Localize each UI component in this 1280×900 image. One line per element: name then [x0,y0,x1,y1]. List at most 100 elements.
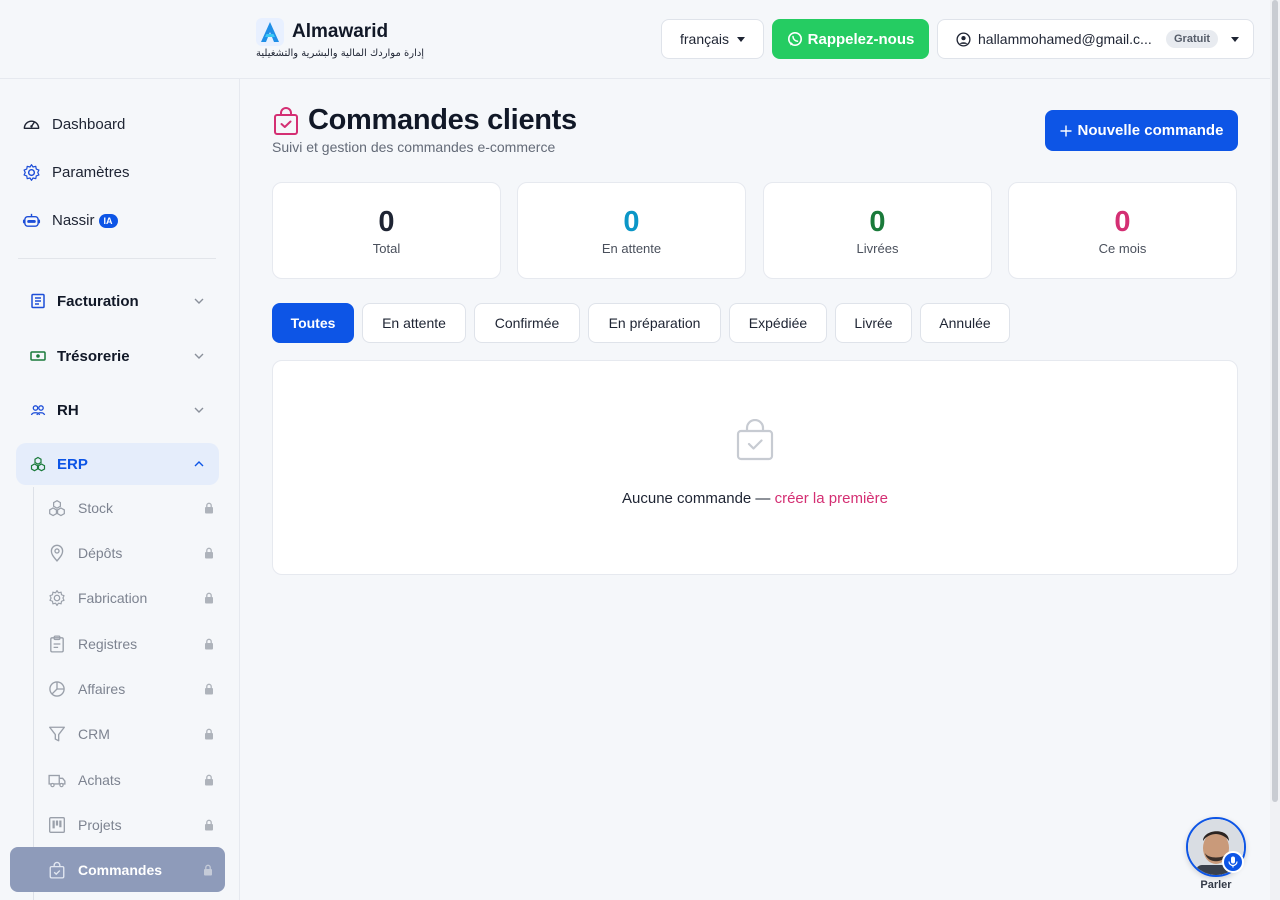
callback-label: Rappelez-nous [807,30,915,48]
sidebar-item-label: Commandes [78,861,163,878]
microphone-icon[interactable] [1222,851,1244,873]
lock-icon [205,819,213,831]
sidebar-item-label: Dashboard [52,116,126,133]
stat-card-pending: 0 En attente [517,182,746,279]
stat-label: En attente [601,241,662,256]
voice-label: Parler [1200,879,1232,891]
sidebar-item-label: Paramètres [52,164,130,181]
lock-icon [205,728,213,740]
sidebar-item-nassir[interactable]: Nassir IA [22,211,118,230]
caret-down-icon [1231,36,1239,42]
sidebar-item-dashboard[interactable]: Dashboard [22,115,125,134]
language-label: français [679,31,730,47]
tab-livree[interactable]: Livrée [835,303,912,343]
kanban-icon [49,817,65,833]
sidebar-divider [18,258,216,259]
page-header: Commandes clients Suivi et gestion des c… [272,104,577,155]
caret-down-icon [737,36,746,42]
lock-icon [205,592,213,604]
sidebar-item-label: Achats [78,772,121,788]
sidebar-group-label: ERP [57,455,88,473]
lock-icon [205,502,213,514]
lock-icon [205,638,213,650]
sidebar-group-tresorerie[interactable]: Trésorerie [16,335,219,377]
sidebar-group-facturation[interactable]: Facturation [16,280,219,322]
sidebar-item-commandes[interactable]: Commandes [10,847,225,892]
sidebar-group-label: Trésorerie [57,347,130,365]
user-menu[interactable]: hallammohamed@gmail.c... Gratuit [937,19,1254,59]
lock-icon [204,864,212,875]
tab-en-preparation[interactable]: En préparation [588,303,721,343]
sidebar-item-stock[interactable]: Stock [48,490,214,526]
create-first-link[interactable]: créer la première [775,490,888,507]
stat-value: 0 [623,206,640,238]
sidebar-item-label: CRM [78,726,110,742]
plan-badge: Gratuit [1166,30,1219,48]
ia-badge: IA [98,213,118,228]
tab-en-attente[interactable]: En attente [362,303,466,343]
sidebar-item-label: Dépôts [78,545,123,561]
submenu-line [33,487,34,900]
top-header: Almawarid إدارة مواردك المالية والبشرية … [0,0,1270,79]
tab-expediee[interactable]: Expédiée [729,303,827,343]
sidebar-group-label: Facturation [57,292,139,310]
stat-value: 0 [1114,206,1131,238]
sidebar-item-registres[interactable]: Registres [48,626,214,662]
stat-label: Ce mois [1098,241,1147,256]
tab-toutes[interactable]: Toutes [272,303,354,343]
stat-card-this-month: 0 Ce mois [1008,182,1237,279]
plus-icon [1060,125,1072,136]
brand-name: Almawarid [292,21,389,42]
sidebar-item-label: Registres [78,636,138,652]
gear-icon [23,164,40,181]
brand-logo-icon [256,18,284,46]
funnel-icon [49,726,65,742]
new-order-button[interactable]: Nouvelle commande [1045,110,1238,151]
stat-value: 0 [378,206,395,238]
sidebar-item-depots[interactable]: Dépôts [48,535,214,571]
sidebar-item-crm[interactable]: CRM [48,716,214,752]
users-icon [30,405,46,416]
cubes-icon [30,456,46,472]
language-selector[interactable]: français [661,19,764,59]
empty-message: Aucune commande — créer la première [273,490,1237,507]
tab-confirmee[interactable]: Confirmée [474,303,580,343]
orders-empty-state: Aucune commande — créer la première [272,360,1238,575]
sidebar-item-affaires[interactable]: Affaires [48,671,214,707]
stat-card-total: 0 Total [272,182,501,279]
sidebar-item-parametres[interactable]: Paramètres [22,163,130,182]
clipboard-icon [50,635,64,653]
sidebar-item-label: Fabrication [78,590,148,606]
chevron-up-icon [194,461,204,467]
callback-button[interactable]: Rappelez-nous [772,19,929,59]
robot-icon [22,213,41,227]
scrollbar-thumb[interactable] [1272,0,1278,802]
chevron-down-icon [194,353,204,359]
stat-card-delivered: 0 Livrées [763,182,992,279]
stat-value: 0 [869,206,886,238]
cubes-icon [49,499,65,517]
lock-icon [205,683,213,695]
sidebar-item-fabrication[interactable]: Fabrication [48,580,214,616]
brand[interactable]: Almawarid إدارة مواردك المالية والبشرية … [256,18,424,59]
whatsapp-icon [787,32,802,46]
shopping-bag-icon [274,106,298,135]
shopping-bag-icon [49,861,65,879]
tab-annulee[interactable]: Annulée [920,303,1010,343]
lock-icon [205,547,213,559]
user-circle-icon [956,31,971,47]
map-pin-icon [50,544,64,562]
sidebar-item-achats[interactable]: Achats [48,762,214,798]
sidebar-group-label: RH [57,401,79,419]
sidebar-item-projets[interactable]: Projets [48,807,214,843]
user-email: hallammohamed@gmail.c... [978,31,1152,47]
empty-text: Aucune commande — [622,490,775,507]
truck-icon [48,774,66,788]
gauge-icon [23,120,40,130]
chevron-down-icon [194,298,204,304]
sidebar-group-rh[interactable]: RH [16,389,219,431]
chevron-down-icon [194,407,204,413]
sidebar-group-erp[interactable]: ERP [16,443,219,485]
sidebar-item-label: Nassir [52,212,95,229]
shopping-bag-icon [736,419,774,461]
